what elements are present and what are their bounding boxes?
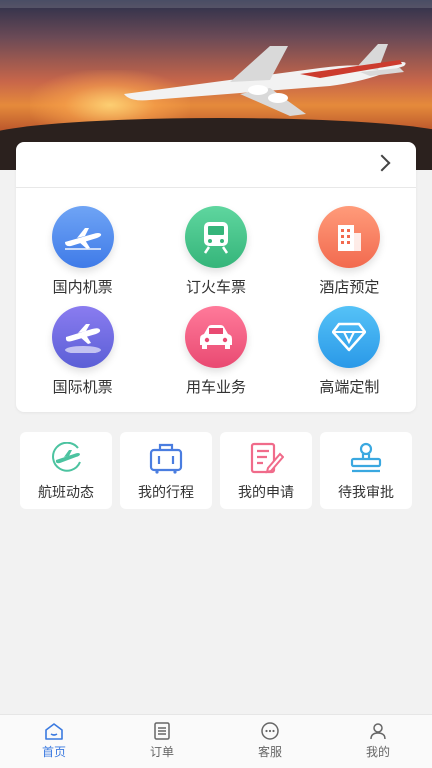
service-international-flight[interactable]: 国际机票	[16, 306, 149, 406]
service-label: 订火车票	[185, 278, 246, 296]
tab-profile[interactable]: 我的	[324, 715, 432, 768]
service-label: 国际机票	[52, 378, 113, 396]
quick-pending-approval[interactable]: 待我审批	[320, 432, 412, 509]
profile-icon	[370, 723, 386, 740]
card-header[interactable]	[16, 142, 416, 188]
tab-customer-service[interactable]: 客服	[216, 715, 324, 768]
hotel-icon	[318, 206, 381, 268]
quick-label: 我的申请	[238, 485, 294, 501]
service-car[interactable]: 用车业务	[149, 306, 282, 406]
tab-home[interactable]: 首页	[0, 715, 108, 768]
bottom-tab-bar: 首页 订单 客服 我的	[0, 714, 432, 768]
quick-flight-status[interactable]: 航班动态	[20, 432, 112, 509]
service-label: 用车业务	[185, 378, 246, 396]
airplane-icon	[124, 44, 406, 116]
quick-my-applications[interactable]: 我的申请	[220, 432, 312, 509]
quick-label: 航班动态	[38, 485, 94, 501]
tab-label: 我的	[365, 745, 390, 759]
tab-label: 首页	[41, 745, 66, 759]
service-card: 国内机票 订火车票 酒店预定 国际机票 用车业务 高端定制	[16, 142, 416, 412]
train-icon	[184, 206, 247, 268]
tab-label: 订单	[149, 745, 174, 759]
quick-label: 待我审批	[338, 485, 394, 501]
service-label: 酒店预定	[319, 278, 380, 296]
service-premium-custom[interactable]: 高端定制	[283, 306, 416, 406]
home-icon	[45, 723, 63, 740]
status-bar	[0, 0, 432, 8]
quick-label: 我的行程	[138, 485, 194, 501]
customer-service-icon	[261, 722, 279, 740]
luggage-icon	[149, 443, 183, 474]
service-hotel[interactable]: 酒店预定	[283, 206, 416, 306]
flight-status-icon	[52, 442, 81, 472]
service-label: 国内机票	[52, 278, 113, 296]
quick-actions: 航班动态 我的行程 我的申请 待我审批	[20, 432, 412, 509]
order-list-icon	[154, 722, 170, 740]
service-label: 高端定制	[319, 378, 380, 396]
tab-orders[interactable]: 订单	[108, 715, 216, 768]
chevron-right-icon[interactable]	[373, 154, 391, 172]
service-domestic-flight[interactable]: 国内机票	[16, 206, 149, 306]
international-flight-icon	[51, 306, 114, 368]
tab-label: 客服	[257, 745, 282, 759]
service-grid: 国内机票 订火车票 酒店预定 国际机票 用车业务 高端定制	[16, 188, 416, 406]
service-train[interactable]: 订火车票	[149, 206, 282, 306]
domestic-flight-icon	[51, 206, 114, 268]
car-icon	[184, 306, 247, 368]
quick-my-trips[interactable]: 我的行程	[120, 432, 212, 509]
diamond-icon	[318, 306, 381, 368]
stamp-icon	[350, 442, 382, 473]
application-edit-icon	[250, 442, 284, 474]
